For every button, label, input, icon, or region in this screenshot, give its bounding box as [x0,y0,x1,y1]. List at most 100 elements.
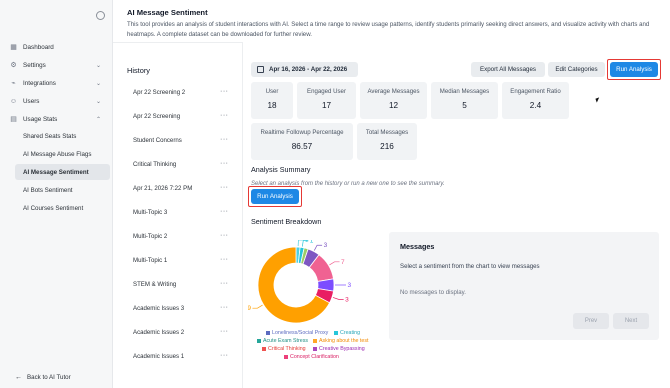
history-item[interactable]: Multi-Topic 3 [133,209,167,216]
more-options-icon[interactable]: ··· [220,328,229,335]
stat-card-engagement-ratio: Engagement Ratio 2.4 [502,82,569,119]
messages-title: Messages [400,242,435,251]
highlight-outline [607,59,661,80]
sidebar: ▦ Dashboard ⚙ Settings ⌄ ⌁ Integrations … [0,0,113,388]
chevron-down-icon: ⌄ [95,80,101,87]
more-options-icon[interactable]: ··· [220,160,229,167]
grid-icon: ▦ [10,44,17,51]
history-item[interactable]: Academic Issues 3 [133,305,184,312]
history-item[interactable]: STEM & Writing [133,281,176,288]
legend-swatch [284,355,288,359]
slice-value-label: 3 [324,242,328,249]
slice-leader-line [332,297,344,300]
slice-leader-line [252,304,263,309]
history-item[interactable]: Critical Thinking [133,161,176,168]
messages-subtitle: Select a sentiment from the chart to vie… [400,263,540,270]
history-item[interactable]: Apr 22 Screening 2 [133,89,185,96]
stat-value: 12 [388,101,399,110]
history-item[interactable]: Student Concerns [133,137,182,144]
stat-label: User [265,88,279,95]
gear-icon: ⚙ [10,62,17,69]
history-item[interactable]: Apr 21, 2026 7:22 PM [133,185,192,192]
more-options-icon[interactable]: ··· [220,208,229,215]
more-options-icon[interactable]: ··· [220,88,229,95]
calendar-icon [257,66,264,73]
history-item[interactable]: Apr 22 Screening [133,113,180,120]
sidebar-subitem-label: AI Courses Sentiment [23,204,84,212]
sidebar-item-label: Dashboard [23,43,54,51]
theme-toggle-icon[interactable] [96,11,105,20]
legend-swatch [257,339,261,343]
history-item[interactable]: Multi-Topic 2 [133,233,167,240]
slice-leader-line [313,244,323,251]
legend-item: Concept Clarification [284,354,339,360]
stat-value: 2.4 [529,101,542,110]
stat-label: Realtime Followup Percentage [260,129,344,136]
more-options-icon[interactable]: ··· [220,304,229,311]
more-options-icon[interactable]: ··· [220,280,229,287]
export-all-messages-button[interactable]: Export All Messages [471,62,545,77]
stat-label: Engaged User [307,88,346,95]
date-range-picker[interactable]: Apr 16, 2026 - Apr 22, 2026 [251,62,358,77]
next-button[interactable]: Next [613,313,649,329]
page-title: AI Message Sentiment [127,8,208,17]
slice-value-label: 3 [348,282,352,289]
stat-card-total-messages: Total Messages 216 [357,123,417,160]
history-item[interactable]: Multi-Topic 1 [133,257,167,264]
chevron-down-icon: ⌄ [95,62,101,69]
sidebar-subitem-abuse-flags[interactable]: AI Message Abuse Flags [15,146,110,162]
legend-swatch [313,347,317,351]
history-title: History [127,66,150,75]
legend-label: Creating [340,330,361,336]
sidebar-subitem-label: AI Bots Sentiment [23,186,73,194]
sidebar-subitem-message-sentiment[interactable]: AI Message Sentiment [15,164,110,180]
stat-label: Engagement Ratio [510,88,561,95]
sidebar-item-label: Users [23,97,40,105]
messages-empty-text: No messages to display. [400,289,466,296]
legend-label: Acute Exam Stress [263,338,309,344]
legend-label: Concept Clarification [290,354,339,360]
sidebar-subitem-label: AI Message Abuse Flags [23,150,92,158]
analysis-summary-title: Analysis Summary [251,165,311,174]
edit-categories-button[interactable]: Edit Categories [548,62,605,77]
stat-label: Average Messages [367,88,420,95]
divider [242,42,243,388]
slice-value-label: 39 [248,305,251,312]
history-item[interactable]: Academic Issues 2 [133,329,184,336]
sidebar-item-integrations[interactable]: ⌁ Integrations ⌄ [0,74,113,92]
stat-card-user: User 18 [251,82,293,119]
legend-label: Creative Bypassing [319,346,365,352]
sentiment-breakdown-title: Sentiment Breakdown [251,217,322,226]
date-range-label: Apr 16, 2026 - Apr 22, 2026 [269,66,348,73]
sidebar-item-label: Integrations [23,79,56,87]
sidebar-subitem-bots-sentiment[interactable]: AI Bots Sentiment [15,182,110,198]
more-options-icon[interactable]: ··· [220,136,229,143]
more-options-icon[interactable]: ··· [220,184,229,191]
sidebar-item-users[interactable]: ☺ Users ⌄ [0,92,113,110]
sidebar-item-usage-stats[interactable]: ▤ Usage Stats ⌃ [0,110,113,128]
sidebar-subitem-courses-sentiment[interactable]: AI Courses Sentiment [15,200,110,216]
legend-item: Asking about the test [313,338,368,344]
sidebar-subitem-shared-seats[interactable]: Shared Seats Stats [15,128,110,144]
sidebar-item-settings[interactable]: ⚙ Settings ⌄ [0,56,113,74]
more-options-icon[interactable]: ··· [220,256,229,263]
more-options-icon[interactable]: ··· [220,352,229,359]
more-options-icon[interactable]: ··· [220,112,229,119]
sidebar-item-dashboard[interactable]: ▦ Dashboard [0,38,113,56]
arrow-left-icon: ← [15,374,22,381]
sidebar-item-label: Settings [23,61,46,69]
back-to-ai-tutor-link[interactable]: ← Back to AI Tutor [15,374,71,381]
legend-item: Critical Thinking [262,346,306,352]
plug-icon: ⌁ [11,80,16,87]
mouse-cursor-icon [595,97,601,103]
sidebar-item-label: Usage Stats [23,115,58,123]
prev-button[interactable]: Prev [573,313,609,329]
legend-item: Creative Bypassing [313,346,365,352]
sentiment-donut-chart[interactable]: 11373339 [248,240,388,330]
slice-value-label: 3 [345,296,349,303]
history-item[interactable]: Academic Issues 1 [133,353,184,360]
stat-value: 18 [267,101,277,110]
slice-value-label: 1 [310,240,314,245]
more-options-icon[interactable]: ··· [220,232,229,239]
legend-label: Critical Thinking [268,346,306,352]
